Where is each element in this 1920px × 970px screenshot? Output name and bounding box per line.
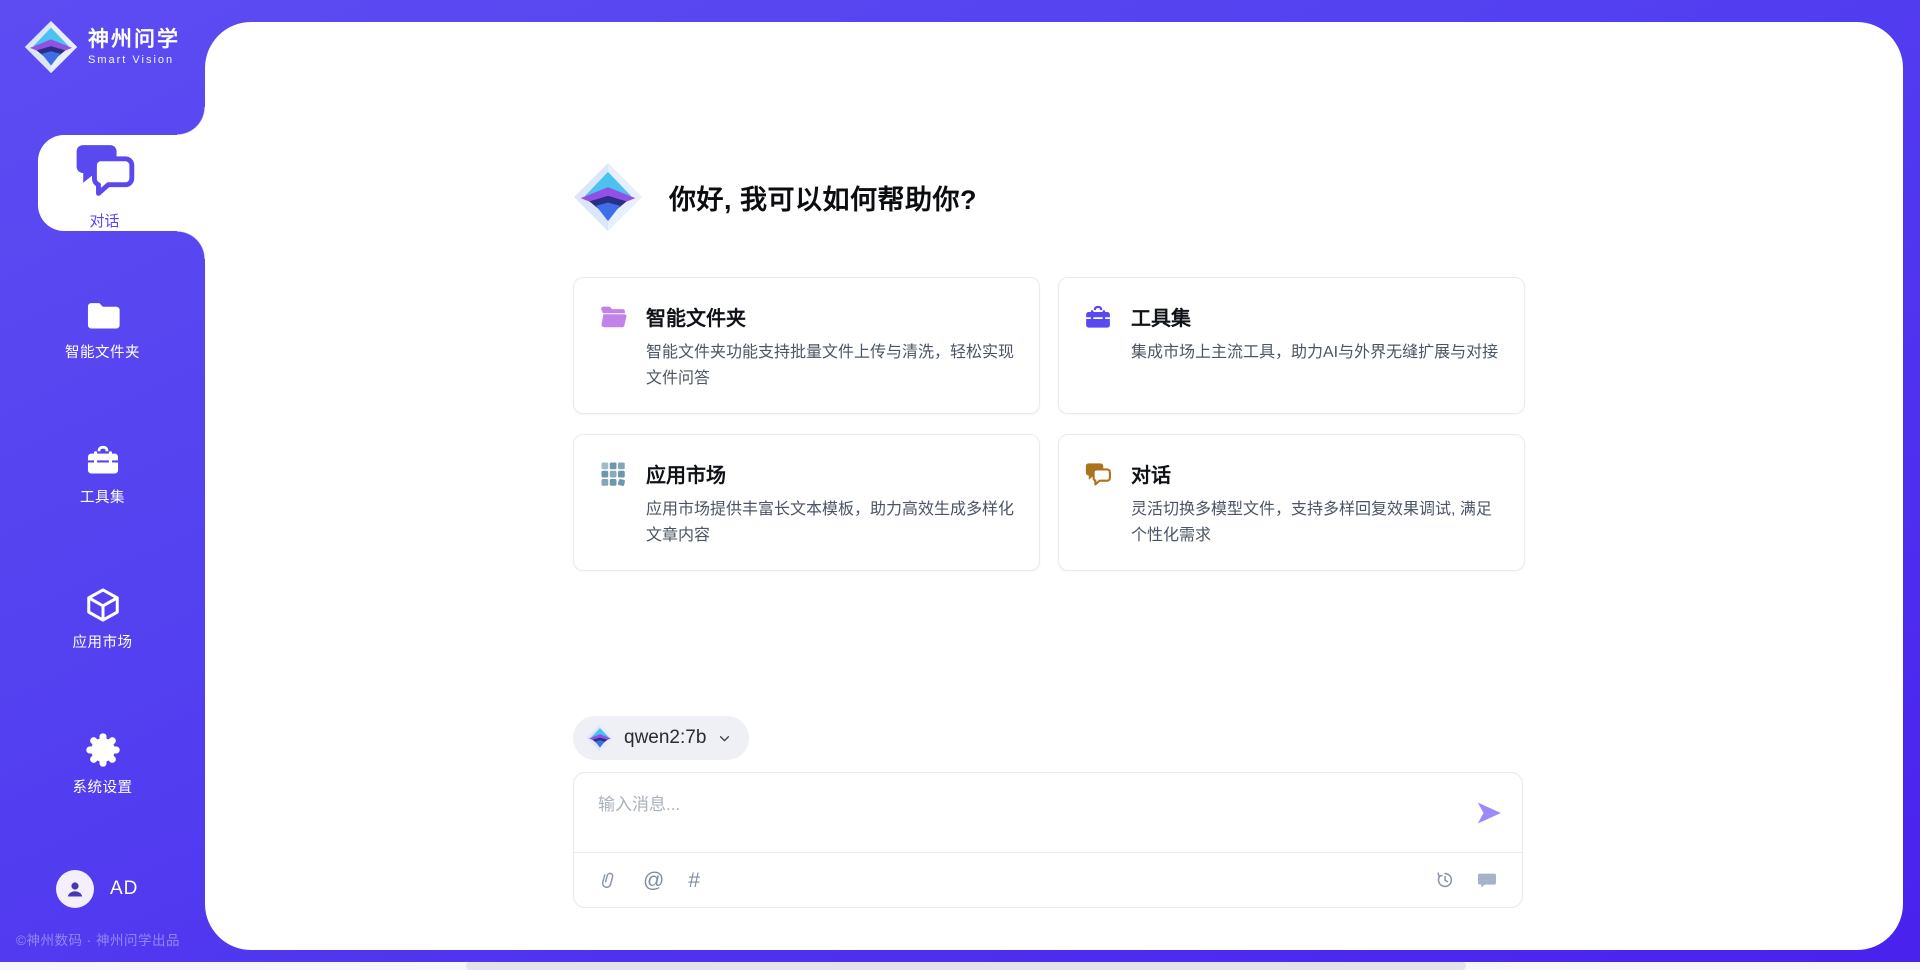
scrollbar-thumb[interactable] — [466, 962, 1466, 970]
chat-bubble-icon[interactable] — [1476, 869, 1498, 891]
brand-subtitle: Smart Vision — [88, 54, 180, 66]
history-icon[interactable] — [1434, 869, 1456, 891]
gear-icon — [84, 731, 122, 769]
sidebar-item-smart-folders[interactable]: 智能文件夹 — [0, 296, 205, 362]
card-title: 智能文件夹 — [646, 302, 1015, 331]
brand: 神州问学 Smart Vision — [24, 20, 180, 74]
chevron-down-icon — [716, 730, 733, 747]
assistant-logo-icon — [573, 162, 643, 232]
horizontal-scrollbar — [0, 962, 1920, 970]
greeting: 你好, 我可以如何帮助你? — [573, 162, 977, 232]
feature-cards: 智能文件夹 智能文件夹功能支持批量文件上传与清洗，轻松实现文件问答 工具集 集成… — [573, 277, 1525, 571]
person-icon — [63, 877, 87, 901]
card-title: 应用市场 — [646, 459, 1015, 488]
card-title: 对话 — [1131, 459, 1500, 488]
folder-icon — [84, 296, 122, 334]
model-name: qwen2:7b — [624, 727, 706, 749]
copyright-text: ©神州数码 · 神州问学出品 — [16, 929, 180, 949]
card-description: 灵活切换多模型文件，支持多样回复效果调试, 满足个性化需求 — [1131, 497, 1500, 548]
sidebar-item-label: 应用市场 — [0, 631, 205, 652]
cube-icon — [84, 586, 122, 624]
active-tab-fillet-top — [177, 107, 205, 135]
card-title: 工具集 — [1131, 302, 1498, 331]
avatar — [56, 870, 94, 908]
app-grid-icon — [598, 459, 628, 489]
model-logo-icon — [586, 724, 614, 752]
send-icon[interactable] — [1474, 798, 1504, 828]
chat-icon — [70, 135, 139, 204]
attachment-icon[interactable] — [598, 870, 619, 891]
sidebar-item-settings[interactable]: 系统设置 — [0, 731, 205, 797]
active-tab-fillet-bottom — [177, 231, 205, 259]
mention-icon[interactable]: @ — [643, 870, 664, 891]
user-initials: AD — [110, 878, 138, 900]
card-app-market[interactable]: 应用市场 应用市场提供丰富长文本模板，助力高效生成多样化文章内容 — [573, 434, 1040, 571]
toolbox-icon — [1083, 302, 1113, 332]
message-composer: @ # — [573, 772, 1523, 908]
sidebar-item-label: 系统设置 — [0, 776, 205, 797]
sidebar-item-toolbox[interactable]: 工具集 — [0, 441, 205, 507]
card-description: 智能文件夹功能支持批量文件上传与清洗，轻松实现文件问答 — [646, 340, 1015, 391]
sidebar-item-app-market[interactable]: 应用市场 — [0, 586, 205, 652]
sidebar: 神州问学 Smart Vision 对话 智能文件夹 — [0, 0, 205, 970]
card-description: 应用市场提供丰富长文本模板，助力高效生成多样化文章内容 — [646, 497, 1015, 548]
folder-open-icon — [598, 302, 628, 332]
brand-logo-icon — [24, 20, 78, 74]
hashtag-icon[interactable]: # — [688, 870, 700, 891]
main-content: 你好, 我可以如何帮助你? 智能文件夹 智能文件夹功能支持批量文件上传与清洗，轻… — [205, 22, 1903, 950]
model-selector[interactable]: qwen2:7b — [573, 716, 749, 760]
card-smart-folders[interactable]: 智能文件夹 智能文件夹功能支持批量文件上传与清洗，轻松实现文件问答 — [573, 277, 1040, 414]
brand-name: 神州问学 — [88, 28, 180, 52]
message-input[interactable] — [574, 773, 1522, 852]
chat-icon — [1083, 459, 1113, 489]
sidebar-item-label: 智能文件夹 — [0, 341, 205, 362]
card-toolbox[interactable]: 工具集 集成市场上主流工具，助力AI与外界无缝扩展与对接 — [1058, 277, 1525, 414]
sidebar-item-chat[interactable]: 对话 — [38, 135, 205, 231]
card-description: 集成市场上主流工具，助力AI与外界无缝扩展与对接 — [1131, 340, 1498, 366]
sidebar-item-label: 对话 — [89, 210, 119, 231]
greeting-text: 你好, 我可以如何帮助你? — [669, 178, 977, 217]
toolbox-icon — [84, 441, 122, 479]
user-account[interactable]: AD — [56, 870, 138, 908]
sidebar-item-label: 工具集 — [0, 486, 205, 507]
card-chat[interactable]: 对话 灵活切换多模型文件，支持多样回复效果调试, 满足个性化需求 — [1058, 434, 1525, 571]
